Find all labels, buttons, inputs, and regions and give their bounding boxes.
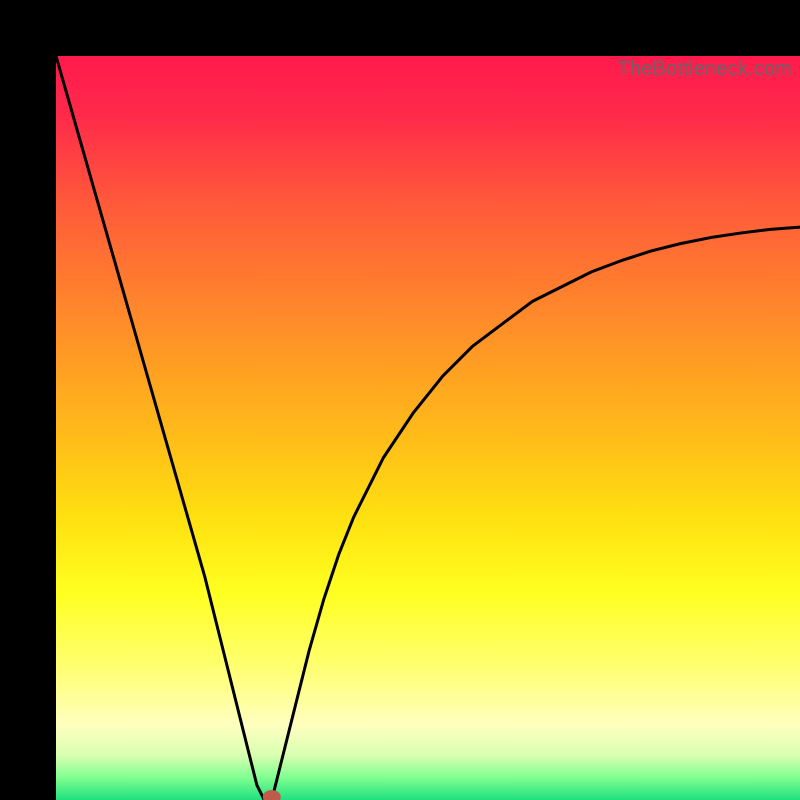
- plot-area: TheBottleneck.com: [56, 56, 800, 800]
- chart-canvas: [56, 56, 800, 800]
- gradient-background: [56, 56, 800, 800]
- watermark-text: TheBottleneck.com: [617, 58, 792, 81]
- chart-frame: TheBottleneck.com: [0, 0, 800, 800]
